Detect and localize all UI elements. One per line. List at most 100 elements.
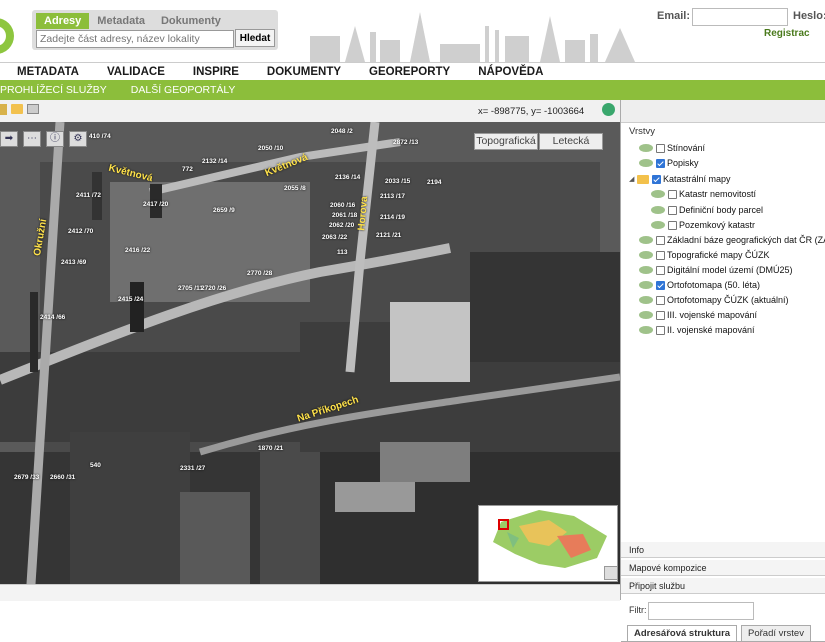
parcel-label: 2033 /15 xyxy=(385,178,411,185)
layer-checkbox[interactable] xyxy=(668,189,677,199)
overview-toggle-icon[interactable] xyxy=(604,566,618,580)
measure-icon[interactable]: ⋯ xyxy=(23,131,41,147)
layer-katastralni-mapy[interactable]: ◢ Katastrální mapy xyxy=(629,174,731,184)
expand-arrow-icon[interactable]: ◢ xyxy=(629,175,637,183)
search-tab-documents[interactable]: Dokumenty xyxy=(153,13,229,29)
search-input[interactable] xyxy=(36,30,234,48)
layer-checkbox[interactable] xyxy=(656,310,665,320)
layer-stinovani[interactable]: Stínování xyxy=(639,143,705,153)
parcel-label: 2062 /20 xyxy=(329,222,355,229)
layer-checkbox[interactable] xyxy=(668,205,677,215)
register-link[interactable]: Registrac xyxy=(764,28,810,39)
menu-napoveda[interactable]: NÁPOVĚDA xyxy=(478,66,543,78)
search-tab-metadata[interactable]: Metadata xyxy=(89,13,153,29)
layer-checkbox[interactable] xyxy=(652,174,661,184)
map-status-bar xyxy=(0,584,620,601)
sub-menu: PROHLÍŽECÍ SLUŽBY DALŠÍ GEOPORTÁLY xyxy=(0,80,825,100)
menu-dokumenty[interactable]: DOKUMENTY xyxy=(267,66,341,78)
parcel-label: 2060 /16 xyxy=(330,202,356,209)
parcel-label: 2331 /27 xyxy=(180,465,206,472)
layer-ortofoto-50[interactable]: Ortofotomapa (50. léta) xyxy=(639,280,760,290)
layer-checkbox[interactable] xyxy=(656,250,665,260)
layer-topograficke-mapy[interactable]: Topografické mapy ČÚZK xyxy=(639,250,770,260)
menu-georeporty[interactable]: GEOREPORTY xyxy=(369,66,450,78)
pan-arrow-icon[interactable]: ➡ xyxy=(0,131,18,147)
map-tools: ➡ ⋯ ⓘ ⚙ xyxy=(0,131,87,147)
overview-map-image xyxy=(493,510,607,568)
layer-checkbox[interactable] xyxy=(656,158,665,168)
parcel-label: 2705 /11 xyxy=(178,285,203,292)
parcel-label: 540 xyxy=(90,462,101,469)
parcel-label: 2121 /21 xyxy=(376,232,402,239)
info-icon[interactable]: ⓘ xyxy=(46,131,64,147)
layer-visibility-icon xyxy=(639,326,653,334)
section-info[interactable]: Info xyxy=(621,542,825,558)
parcel-label: 2050 /10 xyxy=(258,145,284,152)
submenu-other-geoportals[interactable]: DALŠÍ GEOPORTÁLY xyxy=(131,84,236,96)
layer-ii-vojenske[interactable]: II. vojenské mapování xyxy=(639,325,755,335)
menu-validace[interactable]: VALIDACE xyxy=(107,66,165,78)
header: Adresy Metadata Dokumenty Hledat Email: … xyxy=(0,0,825,62)
submenu-viewing-services[interactable]: PROHLÍŽECÍ SLUŽBY xyxy=(0,84,107,96)
map-type-aerial-button[interactable]: Letecká xyxy=(539,133,603,150)
filter-input[interactable] xyxy=(648,602,754,620)
layer-visibility-icon xyxy=(639,311,653,319)
open-folder-icon[interactable] xyxy=(11,104,23,114)
overview-map[interactable] xyxy=(478,505,618,582)
parcel-label: 2048 /2 xyxy=(331,128,353,135)
layer-zabaged[interactable]: Základní báze geografických dat ČR (ZABA… xyxy=(639,235,825,245)
layer-katastr-nemovitosti[interactable]: Katastr nemovitostí xyxy=(651,189,756,199)
menu-inspire[interactable]: INSPIRE xyxy=(193,66,239,78)
parcel-label: 2416 /22 xyxy=(125,247,151,254)
parcel-label: 2413 /69 xyxy=(61,259,87,266)
map-type-topographic-button[interactable]: Topografická xyxy=(474,133,538,150)
parcel-label: 2132 /14 xyxy=(202,158,228,165)
filter-label: Filtr: xyxy=(629,605,647,615)
parcel-label: 2061 /18 xyxy=(332,212,358,219)
layer-visibility-icon xyxy=(639,144,653,152)
layer-checkbox[interactable] xyxy=(656,325,665,335)
panel-title: Vrstvy xyxy=(629,126,656,137)
globe-icon[interactable] xyxy=(602,103,615,116)
geoportal-logo[interactable] xyxy=(0,18,14,54)
layer-visibility-icon xyxy=(639,236,653,244)
parcel-label: 772 xyxy=(182,166,193,173)
layer-visibility-icon xyxy=(639,251,653,259)
print-icon[interactable] xyxy=(27,104,39,114)
parcel-label: 2136 /14 xyxy=(335,174,361,181)
parcel-label: 1870 /21 xyxy=(258,445,284,452)
layer-iii-vojenske[interactable]: III. vojenské mapování xyxy=(639,310,757,320)
layer-visibility-icon xyxy=(639,296,653,304)
layer-pozemkovy-katastr[interactable]: Pozemkový katastr xyxy=(651,220,755,230)
parcel-label: 2872 /13 xyxy=(393,139,419,146)
tab-address-structure[interactable]: Adresářová struktura xyxy=(627,625,738,641)
layer-checkbox[interactable] xyxy=(656,280,665,290)
layer-definicni-body[interactable]: Definiční body parcel xyxy=(651,205,763,215)
parcel-label: 113 xyxy=(337,249,348,256)
parcel-label: 410 /74 xyxy=(89,133,111,140)
coordinate-readout: x= -898775, y= -1003664 xyxy=(478,106,585,117)
menu-metadata[interactable]: METADATA xyxy=(17,66,79,78)
skyline-illustration xyxy=(310,12,635,62)
layer-dmu25[interactable]: Digitální model území (DMÚ25) xyxy=(639,265,793,275)
email-field[interactable] xyxy=(692,8,788,26)
layer-checkbox[interactable] xyxy=(668,220,677,230)
main-menu: METADATA VALIDACE INSPIRE DOKUMENTY GEOR… xyxy=(0,62,825,81)
settings-icon[interactable]: ⚙ xyxy=(69,131,87,147)
parcel-label: 2720 /26 xyxy=(201,285,227,292)
search-tab-addresses[interactable]: Adresy xyxy=(36,13,90,29)
parcel-label: 2770 /28 xyxy=(247,270,273,277)
section-connect-service[interactable]: Připojit službu xyxy=(621,578,825,594)
layer-ortofoto-aktualni[interactable]: Ortofotomapy ČÚZK (aktuální) xyxy=(639,295,789,305)
save-icon[interactable] xyxy=(0,104,7,115)
search-button[interactable]: Hledat xyxy=(235,29,275,47)
layer-checkbox[interactable] xyxy=(656,295,665,305)
layer-checkbox[interactable] xyxy=(656,143,665,153)
section-map-compositions[interactable]: Mapové kompozice xyxy=(621,560,825,576)
layer-checkbox[interactable] xyxy=(656,265,665,275)
layer-popisky[interactable]: Popisky xyxy=(639,158,699,168)
layer-checkbox[interactable] xyxy=(656,235,665,245)
tab-layer-order[interactable]: Pořadí vrstev xyxy=(741,625,811,641)
layer-visibility-icon xyxy=(639,266,653,274)
layer-visibility-icon xyxy=(651,206,665,214)
